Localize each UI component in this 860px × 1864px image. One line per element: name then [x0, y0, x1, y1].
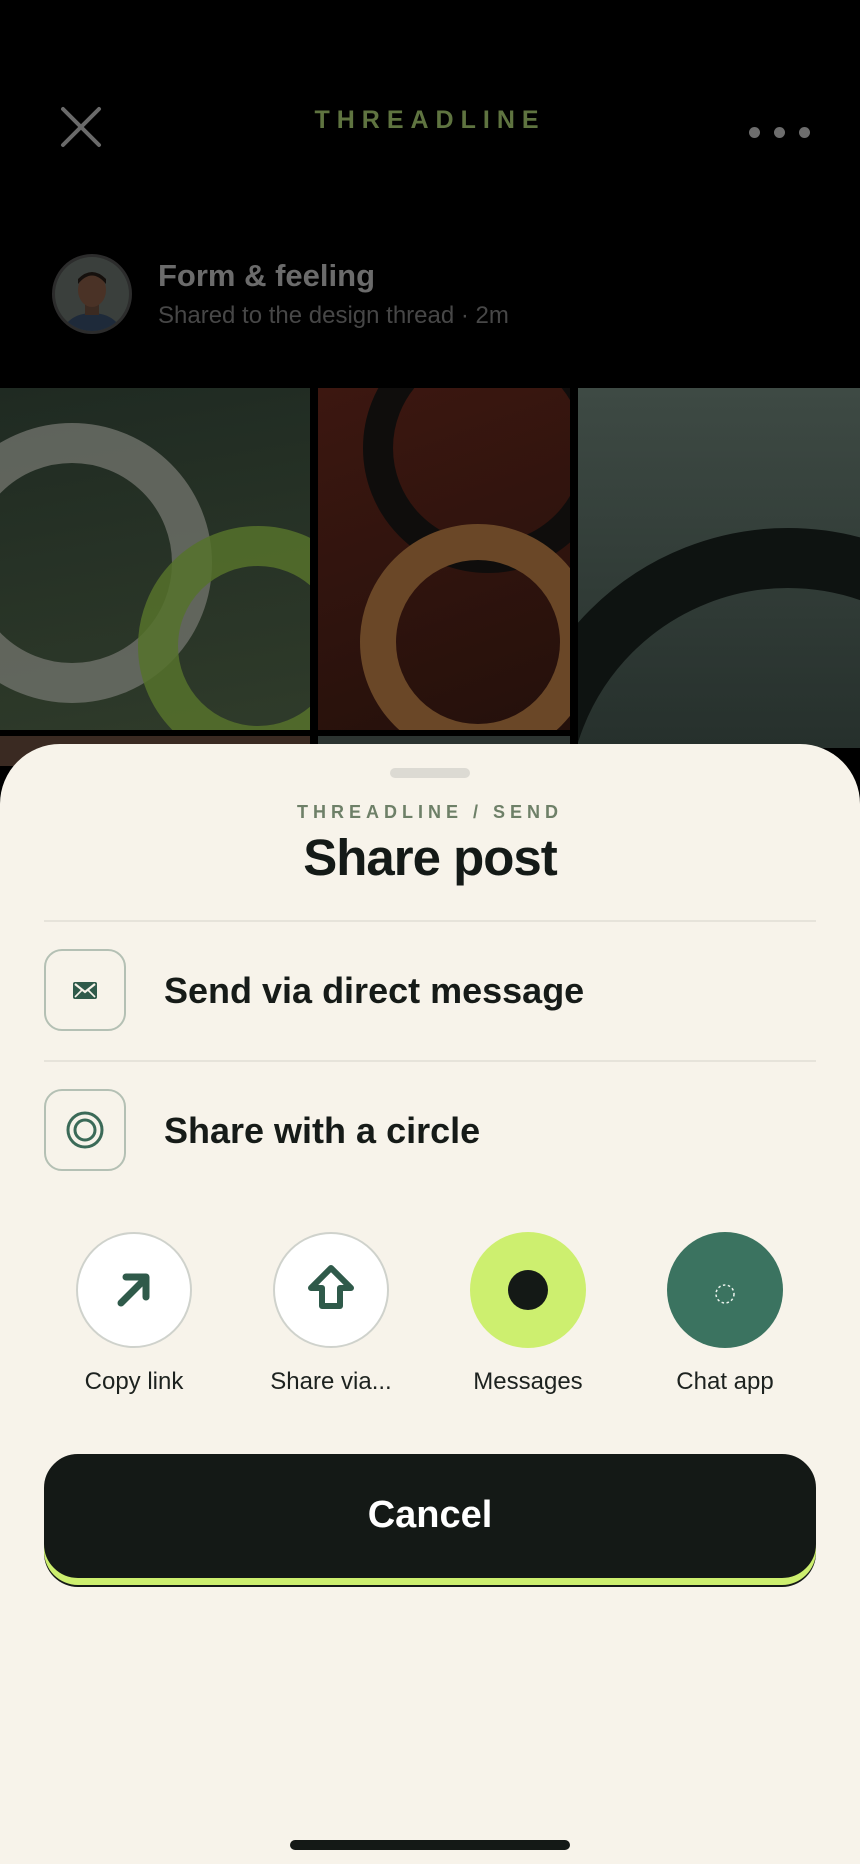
abstract-rings-image	[360, 388, 570, 730]
image-tile[interactable]	[578, 388, 860, 748]
cancel-button[interactable]: Cancel	[44, 1454, 816, 1578]
share-targets: Copy link Share via... Messages Chat app	[0, 1232, 860, 1412]
sheet-title: Share post	[303, 829, 558, 886]
abstract-rings-image	[0, 423, 310, 730]
post-author-name: Form & feeling	[158, 258, 376, 293]
share-arrow-up-icon	[308, 1265, 354, 1309]
chat-app-icon	[715, 1284, 735, 1304]
post-subtitle: Shared to the design thread · 2m	[158, 302, 509, 329]
target-label: Chat app	[676, 1368, 774, 1395]
image-tile[interactable]	[318, 388, 570, 730]
share-via-button[interactable]: Share via...	[246, 1232, 416, 1402]
envelope-icon	[73, 982, 97, 999]
chat-app-button[interactable]: Chat app	[640, 1232, 810, 1402]
post-author[interactable]: Form & feeling Shared to the design thre…	[52, 254, 752, 338]
divider	[44, 920, 816, 922]
abstract-arc-image	[578, 528, 860, 743]
share-sheet: THREADLINE / SEND Share post Send via di…	[0, 744, 860, 1864]
circle-icon	[66, 1111, 104, 1149]
row-icon-box	[44, 1089, 126, 1171]
row-label: Share with a circle	[164, 1110, 481, 1151]
sheet-eyebrow: THREADLINE / SEND	[296, 802, 563, 822]
post-image-grid[interactable]	[0, 388, 860, 788]
messages-button[interactable]: Messages	[443, 1232, 613, 1402]
messages-icon	[508, 1270, 548, 1310]
share-with-circle-row[interactable]: Share with a circle	[44, 1089, 816, 1173]
row-label: Send via direct message	[164, 970, 585, 1011]
image-tile[interactable]	[0, 388, 310, 730]
row-icon-box	[44, 949, 126, 1031]
brand-logo: THREADLINE	[314, 106, 546, 134]
copy-link-button[interactable]: Copy link	[49, 1232, 219, 1402]
post-header: THREADLINE	[0, 0, 860, 260]
more-horizontal-icon	[749, 127, 760, 138]
arrow-up-right-icon	[117, 1273, 150, 1307]
send-direct-message-row[interactable]: Send via direct message	[44, 949, 816, 1033]
target-label: Copy link	[84, 1368, 184, 1395]
home-indicator[interactable]	[290, 1840, 570, 1850]
target-label: Messages	[473, 1368, 583, 1395]
target-label: Share via...	[270, 1368, 392, 1395]
avatar[interactable]	[52, 254, 132, 334]
more-options-button[interactable]	[745, 122, 813, 142]
person-avatar-icon	[55, 257, 129, 331]
sheet-grabber[interactable]	[390, 768, 470, 778]
divider	[44, 1060, 816, 1062]
